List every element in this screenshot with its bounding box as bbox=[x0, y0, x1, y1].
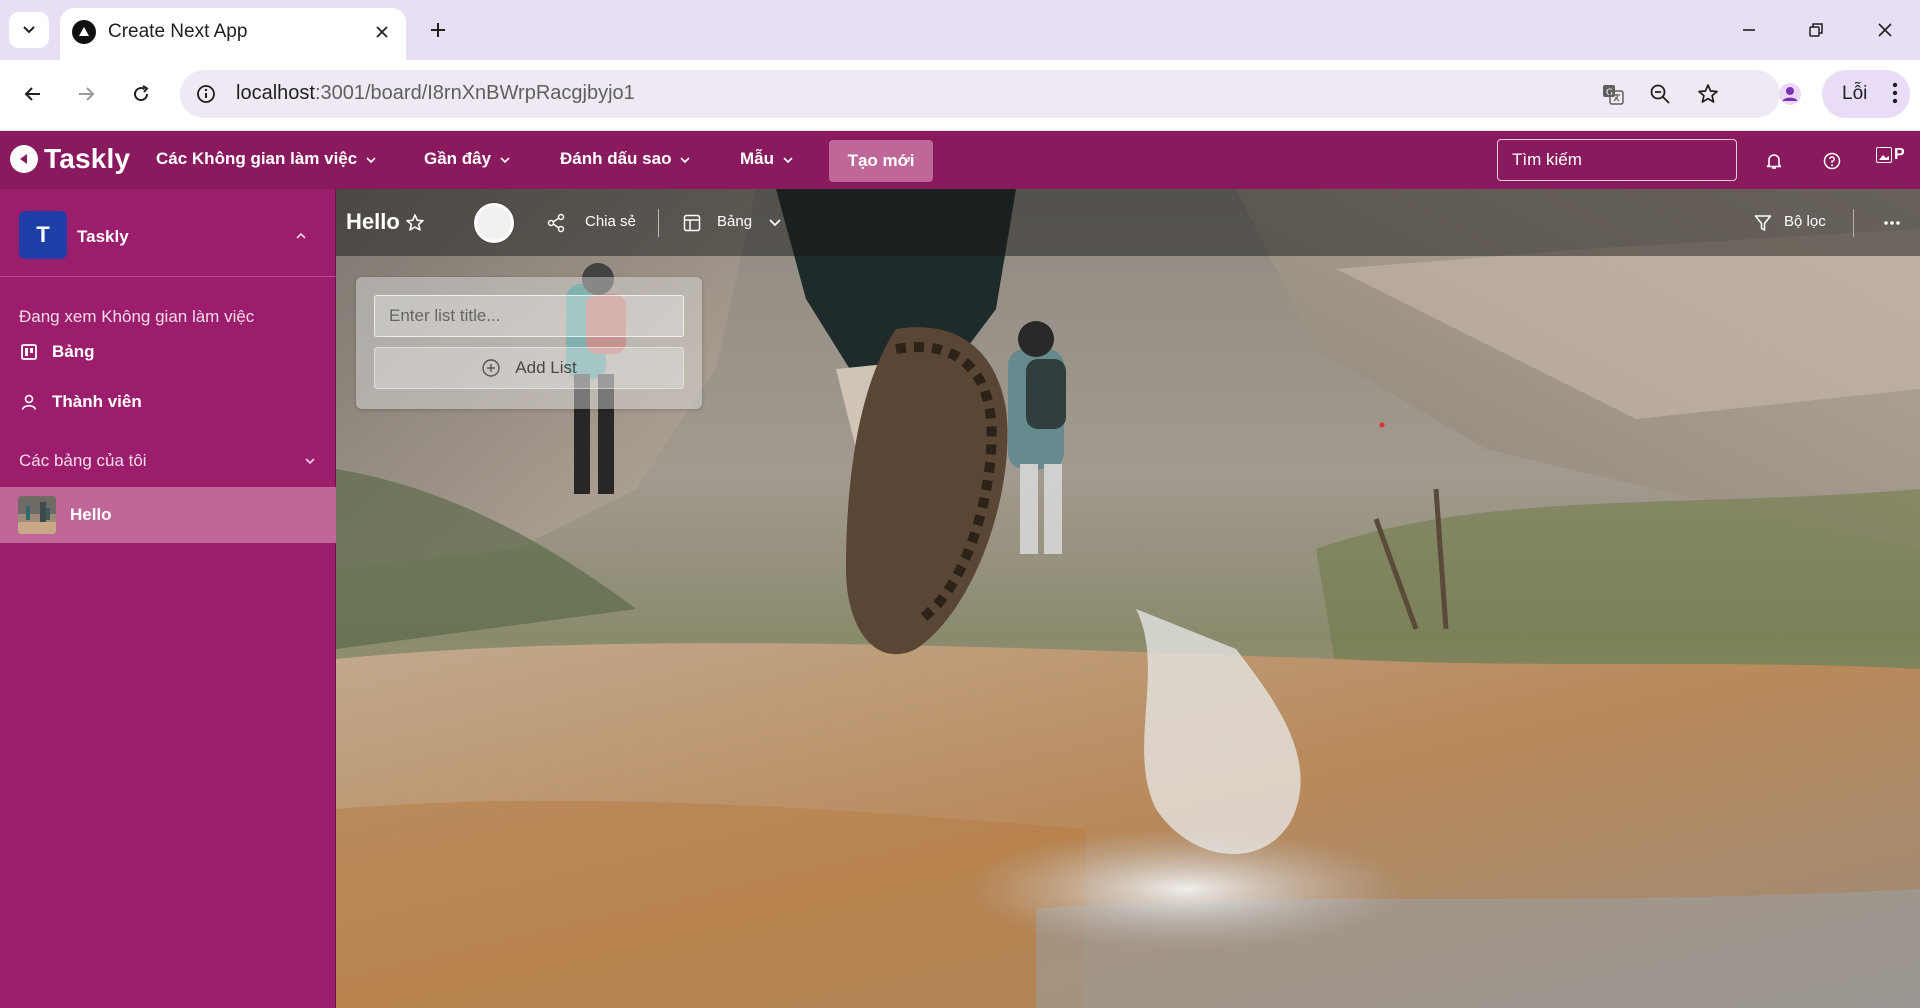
toolbar-divider bbox=[1853, 209, 1854, 237]
more-horizontal-icon[interactable] bbox=[1880, 211, 1904, 235]
board-canvas: Hello Chia sẻ Bảng Bộ lọc Add List bbox=[336, 189, 1920, 1008]
translate-icon[interactable]: G bbox=[1597, 78, 1629, 110]
board-member-avatar[interactable] bbox=[474, 203, 514, 243]
profile-error-label: Lỗi bbox=[1842, 83, 1868, 104]
close-icon bbox=[1878, 23, 1892, 37]
sidebar-item-label: Thành viên bbox=[52, 392, 142, 411]
broken-image-icon bbox=[1876, 147, 1892, 163]
chevron-down-icon bbox=[305, 458, 315, 465]
browser-tab-strip: Create Next App bbox=[0, 0, 1920, 60]
chevron-down-icon[interactable] bbox=[763, 211, 787, 235]
viewing-workspace-caption: Đang xem Không gian làm việc bbox=[19, 307, 255, 326]
board-view-button[interactable]: Bảng bbox=[717, 213, 752, 230]
app-header: Taskly Các Không gian làm việc Gần đây Đ… bbox=[0, 130, 1920, 189]
share-button[interactable]: Chia sẻ bbox=[585, 213, 636, 230]
sidebar-board-hello[interactable]: Hello bbox=[0, 487, 336, 543]
list-title-input[interactable] bbox=[374, 295, 684, 337]
nav-workspaces[interactable]: Các Không gian làm việc bbox=[156, 149, 377, 169]
board-thumbnail bbox=[18, 496, 56, 534]
add-list-label: Add List bbox=[515, 358, 577, 377]
logo-text: Taskly bbox=[44, 143, 131, 174]
browser-toolbar: localhost:3001/board/I8rnXnBWrpRacgjbyjo… bbox=[0, 60, 1920, 128]
browser-tab-active[interactable]: Create Next App bbox=[60, 8, 406, 60]
bell-icon[interactable] bbox=[1760, 147, 1788, 175]
workspace-avatar: T bbox=[19, 211, 67, 259]
my-boards-label: Các bảng của tôi bbox=[19, 451, 147, 470]
create-new-button[interactable]: Tạo mới bbox=[829, 140, 933, 182]
profile-avatar[interactable] bbox=[1770, 74, 1810, 114]
zoom-icon[interactable] bbox=[1644, 78, 1676, 110]
tab-title: Create Next App bbox=[108, 21, 248, 42]
share-icon[interactable] bbox=[544, 211, 568, 235]
minimize-window-button[interactable] bbox=[1726, 8, 1772, 52]
nextjs-favicon-icon bbox=[72, 20, 96, 44]
user-avatar[interactable]: P bbox=[1876, 147, 1912, 171]
plus-circle-icon bbox=[482, 359, 500, 377]
reload-icon bbox=[134, 85, 149, 102]
minimize-icon bbox=[1743, 29, 1755, 31]
taskly-logo[interactable]: Taskly bbox=[10, 143, 130, 175]
plus-icon bbox=[431, 23, 445, 37]
search-input[interactable] bbox=[1497, 139, 1737, 181]
sidebar-item-members[interactable]: Thành viên bbox=[0, 377, 336, 427]
tab-search-button[interactable] bbox=[9, 12, 49, 48]
arrow-left-icon bbox=[24, 87, 40, 101]
nav-recent[interactable]: Gần đây bbox=[424, 149, 511, 169]
my-boards-header[interactable]: Các bảng của tôi bbox=[19, 451, 317, 471]
site-info-icon[interactable] bbox=[190, 78, 222, 110]
filter-icon[interactable] bbox=[1751, 211, 1775, 235]
nav-label: Mẫu bbox=[740, 149, 774, 168]
person-icon bbox=[1779, 83, 1801, 105]
back-button[interactable] bbox=[13, 74, 53, 114]
add-list-button[interactable]: Add List bbox=[374, 347, 684, 389]
nav-label: Đánh dấu sao bbox=[560, 149, 672, 168]
chevron-down-icon bbox=[23, 26, 35, 34]
user-icon bbox=[21, 394, 37, 410]
reload-button[interactable] bbox=[121, 74, 161, 114]
arrow-right-icon bbox=[79, 87, 95, 101]
star-icon[interactable] bbox=[403, 211, 427, 235]
add-list-panel: Add List bbox=[356, 277, 702, 409]
close-window-button[interactable] bbox=[1862, 8, 1908, 52]
board-title[interactable]: Hello bbox=[346, 209, 400, 235]
profile-error-chip[interactable]: Lỗi bbox=[1822, 70, 1910, 118]
avatar-alt-text: P bbox=[1894, 146, 1905, 163]
sidebar: T Taskly Đang xem Không gian làm việc Bả… bbox=[0, 189, 336, 1008]
board-view-icon[interactable] bbox=[680, 211, 704, 235]
restore-icon bbox=[1809, 23, 1823, 37]
restore-window-button[interactable] bbox=[1793, 8, 1839, 52]
help-icon[interactable] bbox=[1818, 147, 1846, 175]
board-icon bbox=[21, 344, 37, 360]
new-tab-button[interactable] bbox=[420, 12, 456, 48]
sidebar-board-label: Hello bbox=[70, 505, 112, 524]
workspace-name: Taskly bbox=[77, 227, 129, 246]
nav-templates[interactable]: Mẫu bbox=[740, 149, 794, 169]
toolbar-divider bbox=[658, 209, 659, 237]
logo-play-icon bbox=[10, 145, 38, 173]
chevron-down-icon bbox=[783, 157, 793, 164]
forward-button[interactable] bbox=[66, 74, 106, 114]
chevron-down-icon bbox=[680, 157, 691, 164]
url-text[interactable]: localhost:3001/board/I8rnXnBWrpRacgjbyjo… bbox=[236, 82, 635, 105]
bookmark-star-icon[interactable] bbox=[1692, 78, 1724, 110]
address-bar[interactable]: localhost:3001/board/I8rnXnBWrpRacgjbyjo… bbox=[180, 70, 1780, 118]
workspace-header: T Taskly bbox=[0, 189, 336, 277]
url-path: :3001/board/I8rnXnBWrpRacgjbyjo1 bbox=[314, 82, 635, 104]
more-vertical-icon bbox=[1892, 82, 1898, 104]
sidebar-item-boards[interactable]: Bảng bbox=[0, 327, 336, 377]
close-tab-icon[interactable] bbox=[368, 18, 396, 46]
nav-label: Các Không gian làm việc bbox=[156, 149, 358, 168]
chevron-down-icon bbox=[366, 157, 376, 164]
chevron-down-icon bbox=[500, 157, 510, 164]
filter-button[interactable]: Bộ lọc bbox=[1784, 213, 1826, 230]
url-host: localhost bbox=[236, 82, 315, 104]
nav-label: Gần đây bbox=[424, 149, 492, 168]
board-toolbar: Hello Chia sẻ Bảng Bộ lọc bbox=[336, 189, 1920, 256]
sidebar-item-label: Bảng bbox=[52, 342, 95, 361]
nav-starred[interactable]: Đánh dấu sao bbox=[560, 149, 691, 169]
chevron-up-icon[interactable] bbox=[290, 225, 312, 247]
